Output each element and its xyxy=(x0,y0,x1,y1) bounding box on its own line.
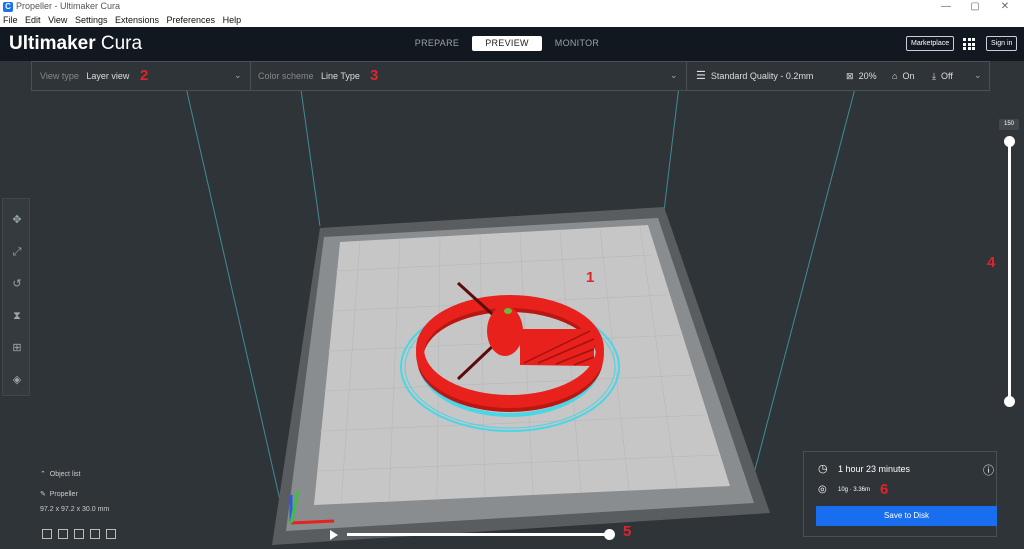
annotation-6: 6 xyxy=(880,481,889,498)
view-type-selector[interactable]: View type Layer view xyxy=(40,62,129,90)
minimize-button[interactable]: — xyxy=(936,0,956,13)
chevron-down-icon: ⌄ xyxy=(974,70,982,80)
window-title: Propeller - Ultimaker Cura xyxy=(16,1,121,11)
view-settings-bar: View type Layer view 2 ⌄ Color scheme Li… xyxy=(31,61,990,91)
left-view-icon[interactable] xyxy=(90,529,100,539)
simulation-slider[interactable] xyxy=(347,533,609,536)
clock-icon: ◷ xyxy=(818,463,828,475)
apps-grid-icon[interactable] xyxy=(963,38,975,50)
maximize-button[interactable]: ▢ xyxy=(965,0,985,13)
info-icon[interactable]: ⓘ xyxy=(983,462,994,478)
menu-edit[interactable]: Edit xyxy=(25,14,41,26)
stage-tabs: PREPARE PREVIEW MONITOR xyxy=(402,36,612,51)
3d-view-icon[interactable] xyxy=(42,529,52,539)
window-titlebar: C Propeller - Ultimaker Cura — ▢ ✕ xyxy=(0,0,1024,14)
app-logo: Ultimaker Cura xyxy=(9,33,143,54)
layer-number-box[interactable]: 150 xyxy=(999,119,1019,130)
chevron-down-icon: ⌄ xyxy=(670,70,678,80)
front-view-icon[interactable] xyxy=(58,529,68,539)
menu-view[interactable]: View xyxy=(48,14,67,26)
tab-preview[interactable]: PREVIEW xyxy=(472,36,542,51)
menu-preferences[interactable]: Preferences xyxy=(167,14,216,26)
annotation-5: 5 xyxy=(623,523,632,540)
menu-extensions[interactable]: Extensions xyxy=(115,14,159,26)
object-dimensions: 97.2 x 97.2 x 30.0 mm xyxy=(40,506,110,513)
pen-icon: ✎ xyxy=(40,491,46,498)
sign-in-button[interactable]: Sign in xyxy=(986,36,1018,51)
support-blocker-icon[interactable]: ◈ xyxy=(10,373,24,387)
move-icon[interactable]: ✥ xyxy=(10,213,24,227)
cura-app-icon: C xyxy=(3,2,13,12)
chevron-up-icon: ⌃ xyxy=(40,471,46,478)
color-scheme-selector[interactable]: Color scheme Line Type xyxy=(258,62,360,90)
support-indicator: ⌂ On xyxy=(892,71,915,81)
adhesion-icon: ⤓ xyxy=(932,71,936,81)
annotation-1: 1 xyxy=(586,269,595,286)
tab-monitor[interactable]: MONITOR xyxy=(542,36,612,51)
infill-indicator: ⊠ 20% xyxy=(846,71,877,81)
material-estimate: 10g · 3.36m xyxy=(838,487,871,493)
layer-slider-lower-handle[interactable] xyxy=(1004,396,1015,407)
save-to-disk-button[interactable]: Save to Disk xyxy=(816,506,997,526)
camera-view-buttons xyxy=(42,526,122,544)
menu-help[interactable]: Help xyxy=(223,14,242,26)
layer-slider[interactable] xyxy=(1008,140,1011,402)
object-item[interactable]: ✎ Propeller xyxy=(40,490,78,498)
annotation-2: 2 xyxy=(140,67,149,84)
menu-file[interactable]: File xyxy=(3,14,18,26)
close-button[interactable]: ✕ xyxy=(995,0,1015,13)
layer-slider-upper-handle[interactable] xyxy=(1004,136,1015,147)
adhesion-indicator: ⤓ Off xyxy=(932,71,953,81)
view-type-value: Layer view xyxy=(86,71,130,81)
print-info-panel: ◷ 1 hour 23 minutes ⓘ ◎ 10g · 3.36m 6 Sa… xyxy=(803,451,997,537)
tool-panel: ✥ ⤢ ↺ ⧗ ⊞ ◈ xyxy=(2,198,30,396)
object-list-toggle[interactable]: ⌃ Object list xyxy=(40,470,81,478)
print-settings-selector[interactable]: ☰ Standard Quality - 0.2mm xyxy=(696,62,813,90)
per-model-settings-icon[interactable]: ⊞ xyxy=(10,341,24,355)
app-header: Ultimaker Cura PREPARE PREVIEW MONITOR M… xyxy=(0,27,1024,61)
tab-prepare[interactable]: PREPARE xyxy=(402,36,472,51)
menu-settings[interactable]: Settings xyxy=(75,14,108,26)
sliders-icon: ☰ xyxy=(696,70,706,82)
rotate-icon[interactable]: ↺ xyxy=(10,277,24,291)
simulation-slider-handle[interactable] xyxy=(604,529,615,540)
quality-value: Standard Quality - 0.2mm xyxy=(710,71,814,81)
right-view-icon[interactable] xyxy=(106,529,116,539)
annotation-4: 4 xyxy=(987,254,996,271)
infill-icon: ⊠ xyxy=(846,71,854,81)
support-icon: ⌂ xyxy=(892,71,898,81)
marketplace-button[interactable]: Marketplace xyxy=(906,36,955,51)
top-view-icon[interactable] xyxy=(74,529,84,539)
mirror-icon[interactable]: ⧗ xyxy=(10,309,24,323)
play-icon[interactable] xyxy=(330,530,338,540)
menu-bar: File Edit View Settings Extensions Prefe… xyxy=(0,14,1024,28)
print-time: 1 hour 23 minutes xyxy=(838,464,911,474)
scale-icon[interactable]: ⤢ xyxy=(10,245,24,259)
spool-icon: ◎ xyxy=(818,484,827,495)
annotation-3: 3 xyxy=(370,67,379,84)
color-scheme-value: Line Type xyxy=(321,71,360,81)
chevron-down-icon: ⌄ xyxy=(234,70,242,80)
